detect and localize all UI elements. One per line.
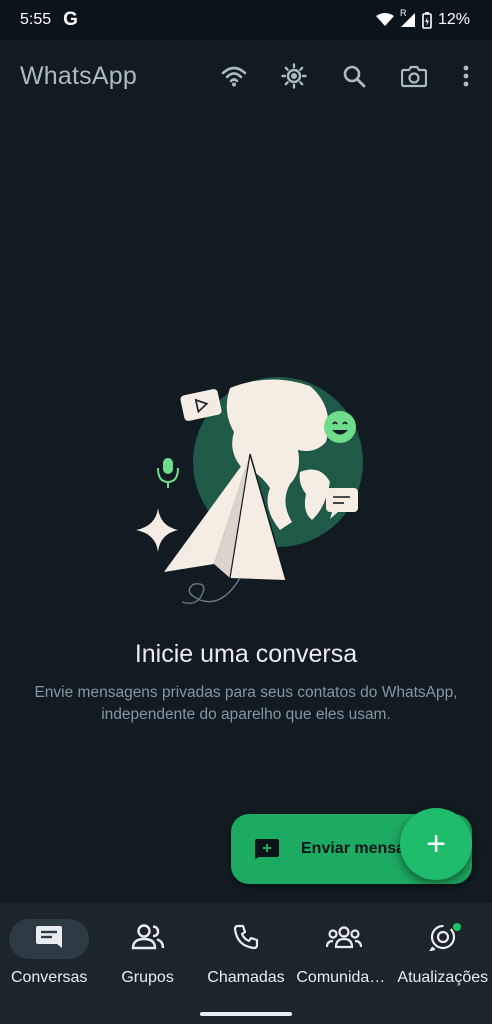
nav-label-atualizacoes: Atualizações	[397, 969, 489, 986]
wifi-status-icon	[375, 13, 394, 27]
nav-pill	[304, 919, 384, 959]
communities-icon	[326, 925, 363, 954]
nav-label-grupos: Grupos	[121, 969, 174, 986]
status-left: 5:55 G	[20, 9, 78, 31]
nav-label-comunidades: Comunidades	[296, 969, 393, 986]
app-actions	[216, 58, 476, 94]
battery-percent: 12%	[437, 11, 470, 28]
app-title: WhatsApp	[20, 61, 137, 90]
nav-pill	[206, 919, 286, 959]
search-icon[interactable]	[336, 58, 372, 94]
status-right: R 12%	[375, 8, 470, 29]
bottom-navigation: Conversas Grupos Chamadas Comunidades At…	[0, 903, 492, 1024]
signal-roaming-icon: R	[400, 8, 416, 28]
phone-icon	[233, 924, 259, 955]
nav-item-conversas[interactable]: Conversas	[0, 903, 98, 1024]
more-vert-icon[interactable]	[456, 58, 476, 94]
gesture-navigation-bar[interactable]	[200, 1012, 292, 1016]
status-time: 5:55	[20, 11, 52, 28]
new-chat-icon	[255, 839, 279, 859]
wifi-icon[interactable]	[216, 58, 252, 94]
updates-badge-dot	[452, 923, 461, 931]
battery-icon	[422, 11, 432, 29]
nav-item-chamadas[interactable]: Chamadas	[197, 903, 295, 1024]
empty-state-title: Inicie uma conversa	[134, 640, 358, 668]
empty-state-illustration	[130, 372, 370, 612]
brightness-icon[interactable]	[276, 58, 312, 94]
nav-pill	[9, 919, 90, 959]
chats-icon	[35, 925, 63, 954]
nav-pill	[108, 919, 188, 959]
nav-label-chamadas: Chamadas	[207, 969, 285, 986]
add-fab-button[interactable]: +	[400, 808, 472, 880]
status-bar: 5:55 G R 12%	[0, 0, 492, 40]
camera-icon[interactable]	[396, 58, 432, 94]
nav-label-conversas: Conversas	[10, 969, 88, 986]
nav-pill	[403, 919, 483, 959]
send-message-label: Enviar mensagem	[301, 840, 401, 857]
google-g-icon: G	[63, 9, 78, 30]
roaming-indicator: R	[399, 8, 407, 18]
empty-state-description: Envie mensagens privadas para seus conta…	[34, 684, 458, 723]
nav-item-grupos[interactable]: Grupos	[99, 903, 197, 1024]
nav-item-atualizacoes[interactable]: Atualizações	[394, 903, 492, 1024]
nav-item-comunidades[interactable]: Comunidades	[295, 903, 393, 1024]
app-bar: WhatsApp	[0, 40, 492, 112]
groups-icon	[131, 923, 165, 955]
